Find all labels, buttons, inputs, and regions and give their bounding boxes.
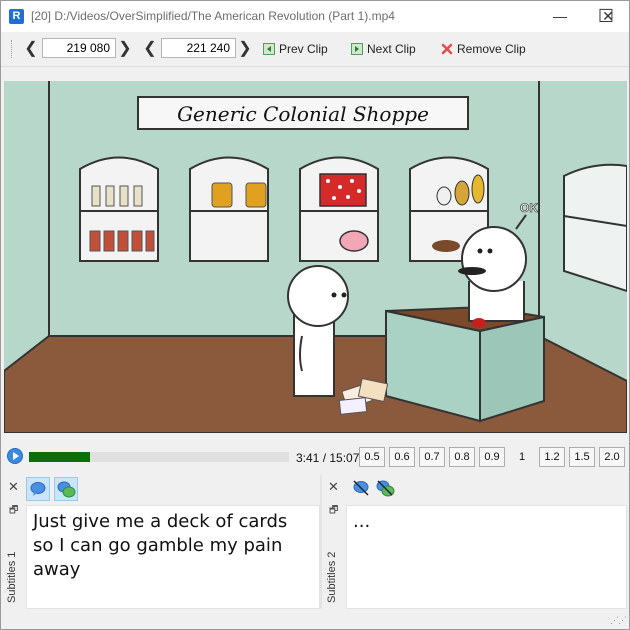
- panel-1-label: Subtitles 1: [6, 551, 18, 603]
- speed-button-0-9[interactable]: 0.9: [479, 447, 505, 467]
- speed-button-0-7[interactable]: 0.7: [419, 447, 445, 467]
- speed-button-1-5[interactable]: 1.5: [569, 447, 595, 467]
- close-button[interactable]: ✕: [585, 1, 630, 32]
- end-time-decrease-button[interactable]: ❮: [142, 39, 158, 59]
- float-icon[interactable]: 🗗: [9, 503, 18, 520]
- toolbar: ❮ 219 080 ❯ ❮ 221 240 ❯ Prev Clip Next C…: [1, 32, 629, 66]
- status-bar: ⋰⋰: [1, 611, 629, 629]
- next-clip-label: Next Clip: [367, 42, 416, 56]
- subtitle-text-1[interactable]: Just give me a deck of cards so I can go…: [26, 505, 320, 609]
- time-readout: 3:41 / 15:07: [296, 451, 360, 465]
- panel-splitter[interactable]: [320, 475, 322, 609]
- prev-clip-icon: [263, 43, 275, 55]
- float-icon[interactable]: 🗗: [329, 503, 338, 520]
- video-frame[interactable]: Generic Colonial Shoppe OK: [4, 81, 627, 433]
- next-clip-icon: [351, 43, 363, 55]
- resize-grip-icon[interactable]: ⋰⋰: [610, 615, 627, 626]
- speech-text: OK: [520, 201, 539, 216]
- end-time-field[interactable]: 221 240: [161, 38, 236, 58]
- speed-button-0-8[interactable]: 0.8: [449, 447, 475, 467]
- shop-sign-text: Generic Colonial Shoppe: [177, 102, 429, 126]
- app-icon: R: [9, 9, 24, 24]
- video-scene: [4, 81, 627, 433]
- close-icon[interactable]: ✕: [328, 479, 339, 495]
- subtitles-panel-1: ✕ 🗗 Subtitles 1 Just give me a deck of c…: [4, 475, 320, 609]
- translate-bubble-icon[interactable]: [54, 477, 78, 501]
- end-time-increase-button[interactable]: ❯: [237, 39, 253, 59]
- prev-clip-button[interactable]: Prev Clip: [263, 39, 328, 59]
- speech-bubble-icon[interactable]: [26, 477, 50, 501]
- app-window: R [20] D:/Videos/OverSimplified/The Amer…: [0, 0, 630, 630]
- speed-button-2-0[interactable]: 2.0: [599, 447, 625, 467]
- remove-icon: [441, 43, 453, 55]
- speed-button-0-6[interactable]: 0.6: [389, 447, 415, 467]
- prev-clip-label: Prev Clip: [279, 42, 328, 56]
- title-bar: R [20] D:/Videos/OverSimplified/The Amer…: [1, 1, 629, 32]
- speech-bubble-off-icon[interactable]: [350, 477, 374, 501]
- speed-button-1-2[interactable]: 1.2: [539, 447, 565, 467]
- panel-2-side: ✕ 🗗 Subtitles 2: [324, 475, 344, 609]
- close-icon[interactable]: ✕: [8, 479, 19, 495]
- subtitles-panel-2: ✕ 🗗 Subtitles 2 ...: [324, 475, 627, 609]
- start-time-increase-button[interactable]: ❯: [117, 39, 133, 59]
- toolbar-divider: [1, 66, 629, 67]
- speed-button-0-5[interactable]: 0.5: [359, 447, 385, 467]
- subtitle-text-2[interactable]: ...: [346, 505, 627, 609]
- start-time-field[interactable]: 219 080: [42, 38, 116, 58]
- minimize-button[interactable]: —: [537, 1, 583, 32]
- window-title: [20] D:/Videos/OverSimplified/The Americ…: [31, 9, 395, 23]
- start-time-decrease-button[interactable]: ❮: [23, 39, 39, 59]
- play-icon[interactable]: [7, 448, 23, 464]
- remove-clip-button[interactable]: Remove Clip: [441, 39, 526, 59]
- remove-clip-label: Remove Clip: [457, 42, 526, 56]
- toolbar-grip[interactable]: [11, 40, 14, 58]
- translate-bubble-off-icon[interactable]: [374, 477, 398, 501]
- panel-2-label: Subtitles 2: [326, 551, 338, 603]
- speed-button-1[interactable]: 1: [509, 447, 535, 467]
- next-clip-button[interactable]: Next Clip: [351, 39, 416, 59]
- progress-fill: [29, 452, 91, 462]
- playback-bar: 3:41 / 15:07 0.5 0.6 0.7 0.8 0.9 1 1.2 1.5 2.0: [1, 445, 629, 471]
- progress-track[interactable]: [29, 452, 289, 462]
- panel-1-side: ✕ 🗗 Subtitles 1: [4, 475, 24, 609]
